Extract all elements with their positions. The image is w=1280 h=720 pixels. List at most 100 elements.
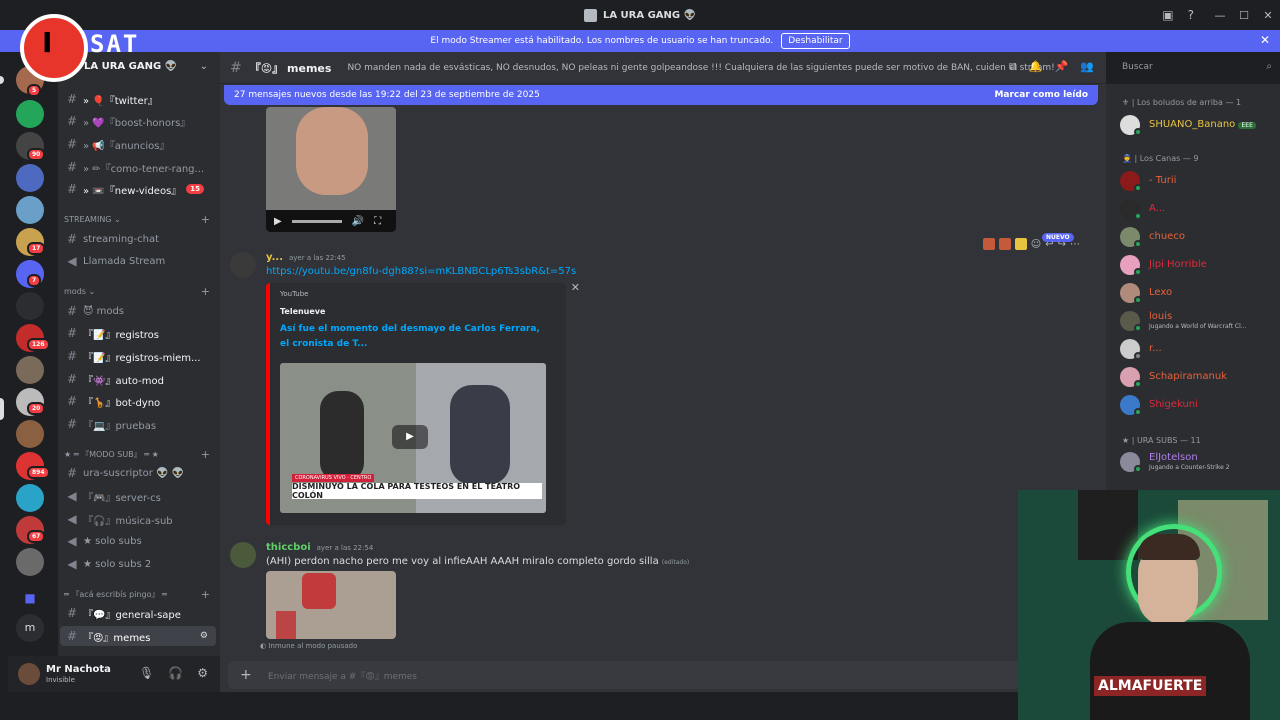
- server-icon[interactable]: [16, 356, 44, 384]
- add-attachment-icon[interactable]: +: [240, 667, 252, 683]
- add-reaction-icon[interactable]: ☺: [1031, 239, 1041, 250]
- server-icon[interactable]: [16, 164, 44, 192]
- help-icon[interactable]: ?: [1188, 8, 1194, 22]
- settings-icon[interactable]: ⚙: [197, 666, 208, 680]
- member-item[interactable]: - Turii: [1120, 171, 1280, 193]
- microphone-icon[interactable]: 🎙: [139, 666, 154, 680]
- video-thumbnail[interactable]: CORONAVIRUS VIVO · CENTRO DISMINUYÓ LA C…: [280, 363, 546, 513]
- category-modo-sub[interactable]: ★ ═ 『MODO SUB』 ═ ★ +: [64, 448, 210, 461]
- member-item[interactable]: Lexo: [1120, 283, 1280, 305]
- more-icon[interactable]: ⋯: [1070, 239, 1080, 250]
- settings-icon[interactable]: ⚙: [200, 631, 208, 641]
- server-icon[interactable]: [16, 196, 44, 224]
- channel-memes[interactable]: # 『😡』memes ⚙: [60, 626, 216, 646]
- voice-channel-llamada[interactable]: ◀ Llamada Stream: [60, 251, 216, 271]
- search-input[interactable]: Buscar ⌕: [1116, 58, 1278, 78]
- banner-close-icon[interactable]: ✕: [1260, 33, 1270, 47]
- server-name[interactable]: LA URA GANG 👽: [84, 61, 177, 72]
- category-mods[interactable]: mods ⌄ +: [64, 285, 210, 298]
- image-attachment[interactable]: [266, 571, 396, 639]
- channel-como-tener-rango[interactable]: #» ✏『como-tener-rang...: [60, 157, 216, 177]
- channel-mods[interactable]: # 😈 mods: [60, 301, 216, 321]
- member-item[interactable]: louis Jugando a World of Warcraft Cl...: [1120, 311, 1280, 333]
- add-channel-icon[interactable]: +: [201, 213, 210, 226]
- category-aca-escribis[interactable]: ═ 『acá escribís pingo』 ═ +: [64, 588, 210, 601]
- reply-icon[interactable]: ↩: [1045, 239, 1053, 250]
- close-icon[interactable]: ✕: [571, 281, 580, 294]
- category-streaming[interactable]: STREAMING ⌄ +: [64, 213, 210, 226]
- member-item[interactable]: SHUANO_Banano EEE: [1120, 115, 1280, 137]
- members-icon[interactable]: 👥: [1080, 60, 1094, 74]
- member-item[interactable]: r...: [1120, 339, 1280, 361]
- channel-ura-suscriptor[interactable]: # ura-suscriptor 👽 👽: [60, 463, 216, 483]
- new-messages-bar[interactable]: 27 mensajes nuevos desde las 19:22 del 2…: [224, 85, 1098, 105]
- channel-streaming-chat[interactable]: # streaming-chat: [60, 229, 216, 249]
- avatar[interactable]: [230, 542, 256, 568]
- voice-channel-solo-subs-2[interactable]: ◀ ★ solo subs 2: [60, 554, 216, 574]
- channel-general-sape[interactable]: # 『💬』general-sape: [60, 603, 216, 623]
- channel-registros-miembros[interactable]: # 『📝』registros-miem...: [60, 346, 216, 366]
- headphones-icon[interactable]: 🎧: [168, 666, 183, 680]
- play-icon[interactable]: ▶: [274, 216, 282, 227]
- member-item[interactable]: A...: [1120, 199, 1280, 221]
- folder-icon[interactable]: ■: [16, 584, 44, 612]
- server-icon[interactable]: m: [16, 614, 44, 642]
- message-input[interactable]: + Enviar mensaje a #『😡』memes 🎁 ▤: [228, 661, 1098, 689]
- embed-title[interactable]: Así fue el momento del desmayo de Carlos…: [280, 322, 540, 352]
- add-channel-icon[interactable]: +: [201, 285, 210, 298]
- minimize-icon[interactable]: —: [1208, 9, 1232, 22]
- server-icon[interactable]: [16, 292, 44, 320]
- reaction-emoji[interactable]: [1014, 238, 1027, 250]
- disable-streamer-button[interactable]: Deshabilitar: [781, 33, 850, 49]
- channel-twitter[interactable]: #» 🎈『twitter』: [60, 89, 216, 109]
- member-item[interactable]: Shigekuni: [1120, 395, 1280, 417]
- channel-registros[interactable]: # 『📝』registros: [60, 323, 216, 343]
- hash-icon: #: [66, 349, 78, 363]
- voice-channel-server-cs[interactable]: ◀ 『🎮』server-cs: [60, 486, 216, 506]
- server-icon[interactable]: [16, 420, 44, 448]
- window-title: LA URA GANG 👽: [602, 9, 697, 21]
- member-item[interactable]: Schapiramanuk: [1120, 367, 1280, 389]
- channel-pruebas[interactable]: # 『💻』pruebas: [60, 414, 216, 434]
- server-icon[interactable]: [16, 548, 44, 576]
- channel-auto-mod[interactable]: # 『👾』auto-mod: [60, 369, 216, 389]
- threads-icon[interactable]: ⧉: [1009, 60, 1017, 74]
- message-author[interactable]: thiccboi ayer a las 22:54: [266, 542, 373, 553]
- volume-icon[interactable]: 🔊: [352, 216, 364, 227]
- play-icon[interactable]: ▶: [392, 425, 428, 449]
- chevron-down-icon[interactable]: ⌄: [200, 61, 208, 72]
- member-item[interactable]: ElJotelson Jugando a Counter-Strike 2: [1120, 452, 1280, 474]
- pin-icon[interactable]: 📌: [1055, 60, 1069, 74]
- channel-bot-dyno[interactable]: # 『🦒』bot-dyno: [60, 391, 216, 411]
- channel-topic[interactable]: NO manden nada de esvásticas, NO desnudo…: [347, 63, 1054, 73]
- close-icon[interactable]: ✕: [1256, 9, 1280, 22]
- voice-channel-solo-subs[interactable]: ◀ ★ solo subs: [60, 531, 216, 551]
- server-icon[interactable]: [16, 100, 44, 128]
- member-item[interactable]: Jipi Horrible: [1120, 255, 1280, 277]
- mark-as-read-button[interactable]: Marcar como leído: [994, 90, 1088, 100]
- maximize-icon[interactable]: ☐: [1232, 9, 1256, 22]
- server-icon[interactable]: [16, 484, 44, 512]
- channel-new-videos[interactable]: #» 📼『new-videos』 15: [60, 179, 216, 199]
- bell-icon[interactable]: 🔔: [1029, 60, 1043, 74]
- seek-bar[interactable]: [291, 219, 342, 223]
- avatar[interactable]: [230, 252, 256, 278]
- add-channel-icon[interactable]: +: [201, 588, 210, 601]
- message-link[interactable]: https://youtu.be/gn8fu-dgh88?si=mKLBNBCL…: [266, 266, 576, 277]
- channel-boost-honors[interactable]: #» 💜『boost-honors』: [60, 111, 216, 131]
- fullscreen-icon[interactable]: ⛶: [374, 216, 381, 227]
- message-author[interactable]: y... ayer a las 22:45: [266, 252, 346, 263]
- avatar[interactable]: [18, 663, 40, 685]
- channel-header: # 『😡』 memes NO manden nada de esvásticas…: [220, 52, 1106, 84]
- embed-author[interactable]: Telenueve: [280, 307, 325, 316]
- reaction-emoji[interactable]: [982, 238, 995, 250]
- inbox-icon[interactable]: ▣: [1162, 8, 1173, 22]
- video-attachment[interactable]: ▶ 🔊 ⛶: [266, 107, 396, 232]
- member-item[interactable]: chueco: [1120, 227, 1280, 249]
- channel-anuncios[interactable]: #» 📢『anuncios』: [60, 134, 216, 154]
- voice-channel-musica-sub[interactable]: ◀ 『🎧』música-sub: [60, 509, 216, 529]
- add-channel-icon[interactable]: +: [201, 448, 210, 461]
- reaction-emoji[interactable]: [998, 238, 1011, 250]
- embed-provider[interactable]: YouTube: [280, 290, 308, 298]
- forward-icon[interactable]: ↪: [1058, 239, 1066, 250]
